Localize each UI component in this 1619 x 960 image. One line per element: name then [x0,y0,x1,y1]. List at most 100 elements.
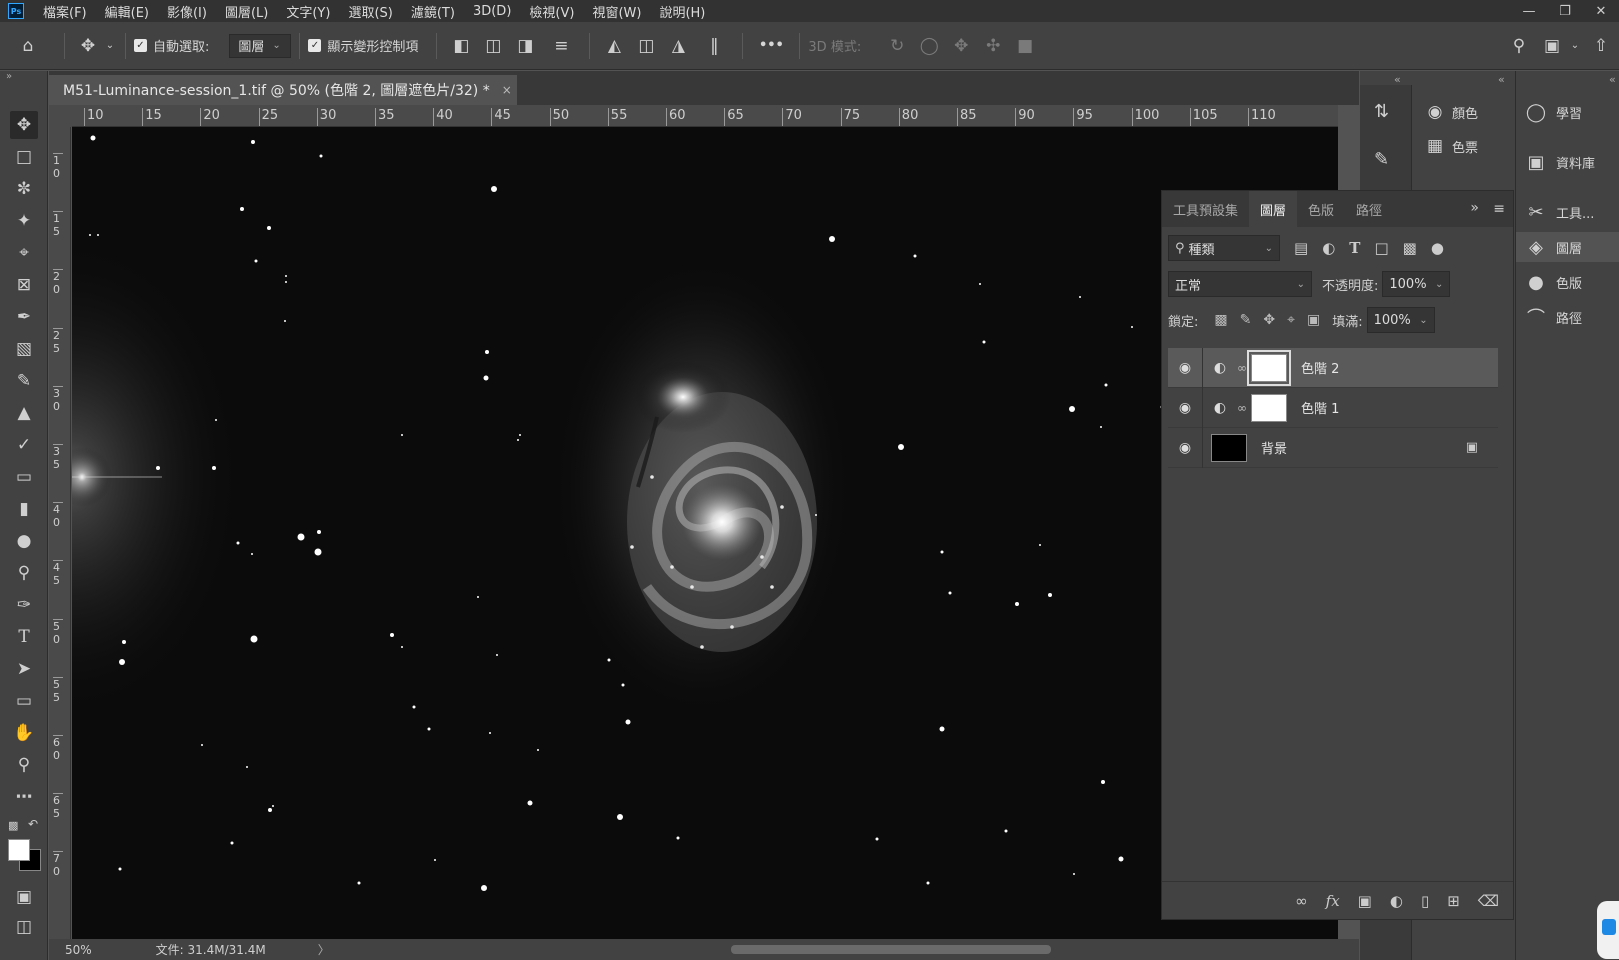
tab-layers[interactable]: 圖層 [1249,191,1298,227]
new-group-folder-icon[interactable]: ▯ [1421,892,1429,910]
menu-layer[interactable]: 圖層(L) [216,2,277,21]
chain-link-icon[interactable]: ∞ [1237,361,1251,375]
align-middle-v-icon[interactable]: ◫ [630,36,662,56]
fx-icon[interactable]: fx [1326,892,1340,910]
eye-icon[interactable]: ◉ [1168,440,1202,456]
more-tabs-icon[interactable]: » [1470,200,1479,216]
status-menu-arrow[interactable]: 〉 [318,941,330,958]
expand-arrows-icon[interactable]: » [6,71,12,82]
menu-select[interactable]: 選取(S) [339,2,401,21]
eyedropper-tool-icon[interactable]: ✒ [10,303,38,331]
auto-select-target-dropdown[interactable]: 圖層 ⌄ [229,33,292,58]
dodge-tool-icon[interactable]: ⚲ [10,559,38,587]
document-tab[interactable]: M51-Luminance-session_1.tif @ 50% (色階 2,… [49,75,517,105]
floating-widget[interactable] [1597,901,1619,959]
menu-type[interactable]: 文字(Y) [277,2,339,21]
align-left-icon[interactable]: ◧ [445,36,477,56]
quick-mask-icon[interactable]: ▣ [10,883,38,911]
search-icon[interactable]: ⚲ [1501,36,1537,56]
panel-libraries[interactable]: ▣ 資料庫 [1516,147,1619,177]
home-icon[interactable]: ⌂ [0,36,56,56]
panel-paths[interactable]: ⌒ 路徑 [1516,302,1619,332]
close-icon[interactable]: ✕ [1583,0,1619,22]
menu-edit[interactable]: 編輯(E) [96,2,158,21]
menu-view[interactable]: 檢視(V) [520,2,583,21]
menu-window[interactable]: 視窗(W) [583,2,650,21]
filter-toggle-icon[interactable]: ● [1431,239,1444,257]
trash-icon[interactable]: ⌫ [1478,892,1499,910]
eye-icon[interactable]: ◉ [1168,360,1202,376]
smart-object-filter-icon[interactable]: ▩ [1403,239,1417,257]
share-icon[interactable]: ⇧ [1583,36,1619,56]
filter-kind-dropdown[interactable]: ⚲ 種類 ⌄ [1168,235,1280,261]
workspace-icon[interactable]: ▣ [1537,36,1567,56]
tab-channels[interactable]: 色版 [1297,191,1345,227]
fill-input[interactable]: 100% ⌄ [1366,307,1435,333]
distribute-horizontal-icon[interactable]: ‖ [694,36,734,56]
distribute-vertical-icon[interactable]: ≡ [541,36,581,56]
auto-select-checkbox[interactable]: ✓ [134,39,147,52]
panel-tools[interactable]: ✂ 工具... [1516,197,1619,227]
pen-tool-icon[interactable]: ✑ [10,591,38,619]
move-tool-icon[interactable]: ✥ [73,36,103,56]
lock-all-icon[interactable]: ▣ [1307,312,1320,328]
tab-tool-presets[interactable]: 工具預設集 [1162,191,1249,227]
layer-row[interactable]: ◉ 背景 ▣ [1168,427,1498,468]
lock-position-icon[interactable]: ✥ [1263,312,1275,328]
magic-wand-tool-icon[interactable]: ✦ [10,207,38,235]
lock-transparent-icon[interactable]: ▩ [1214,312,1227,328]
chevron-down-icon[interactable]: ⌄ [103,40,117,51]
blur-tool-icon[interactable]: ● [10,527,38,555]
eraser-tool-icon[interactable]: ▭ [10,463,38,491]
document-canvas[interactable] [72,127,1338,939]
rectangle-tool-icon[interactable]: ▭ [10,687,38,715]
panel-layers[interactable]: ◈ 圖層 [1516,232,1619,262]
layer-thumbnail[interactable] [1211,433,1247,462]
crop-tool-icon[interactable]: ⌖ [10,239,38,267]
collapse-arrows-icon[interactable]: « [1498,73,1505,86]
align-right-icon[interactable]: ◨ [509,36,541,56]
restore-icon[interactable]: ❐ [1547,0,1583,22]
frame-tool-icon[interactable]: ⊠ [10,271,38,299]
lock-artboard-icon[interactable]: ⌖ [1287,312,1295,328]
menu-image[interactable]: 影像(I) [158,2,216,21]
layer-row[interactable]: ◉ ◐ ∞ 色階 1 [1168,387,1498,428]
marquee-tool-icon[interactable]: □ [10,143,38,171]
add-mask-icon[interactable]: ▣ [1358,892,1372,910]
screen-mode-icon[interactable]: ◫ [10,913,38,941]
blend-mode-dropdown[interactable]: 正常 ⌄ [1168,271,1312,297]
foreground-color-swatch[interactable] [8,839,30,861]
layer-row[interactable]: ◉ ◐ ∞ 色階 2 [1168,347,1498,388]
chevron-down-icon[interactable]: ⌄ [1567,40,1583,51]
adjustment-filter-icon[interactable]: ◐ [1322,239,1335,257]
shape-filter-icon[interactable]: □ [1374,239,1388,257]
healing-brush-tool-icon[interactable]: ▧ [10,335,38,363]
show-transform-checkbox[interactable]: ✓ [308,39,322,52]
move-tool-icon[interactable]: ✥ [10,111,38,139]
stamp-tool-icon[interactable]: ▲ [10,399,38,427]
brush-settings-icon[interactable]: ✎ [1374,149,1389,170]
zoom-level[interactable]: 50% [65,943,92,957]
type-filter-icon[interactable]: T [1349,239,1360,257]
minimize-icon[interactable]: — [1511,0,1547,22]
type-tool-icon[interactable]: T [10,623,38,651]
align-top-icon[interactable]: ◭ [598,36,630,56]
panel-swatches[interactable]: ▦ 色票 [1418,131,1478,161]
eye-icon[interactable]: ◉ [1168,400,1202,416]
menu-3d[interactable]: 3D(D) [464,4,520,19]
close-icon[interactable]: × [502,83,512,97]
gradient-tool-icon[interactable]: ▮ [10,495,38,523]
hand-tool-icon[interactable]: ✋ [10,719,38,747]
default-colors-icon[interactable]: ▩ [8,819,18,832]
panel-learn[interactable]: ◯ 學習 [1516,97,1619,127]
history-icon[interactable]: ⇅ [1374,101,1389,122]
horizontal-scrollbar[interactable] [731,945,1051,954]
brush-tool-icon[interactable]: ✎ [10,367,38,395]
menu-file[interactable]: 檔案(F) [34,2,96,21]
new-layer-icon[interactable]: ⊞ [1447,892,1460,910]
new-adjustment-icon[interactable]: ◐ [1390,892,1403,910]
more-options-button[interactable]: ••• [751,38,791,53]
edit-toolbar-icon[interactable]: ⋯ [10,783,38,811]
layer-mask-thumbnail[interactable] [1247,349,1291,386]
opacity-input[interactable]: 100% ⌄ [1382,271,1451,297]
